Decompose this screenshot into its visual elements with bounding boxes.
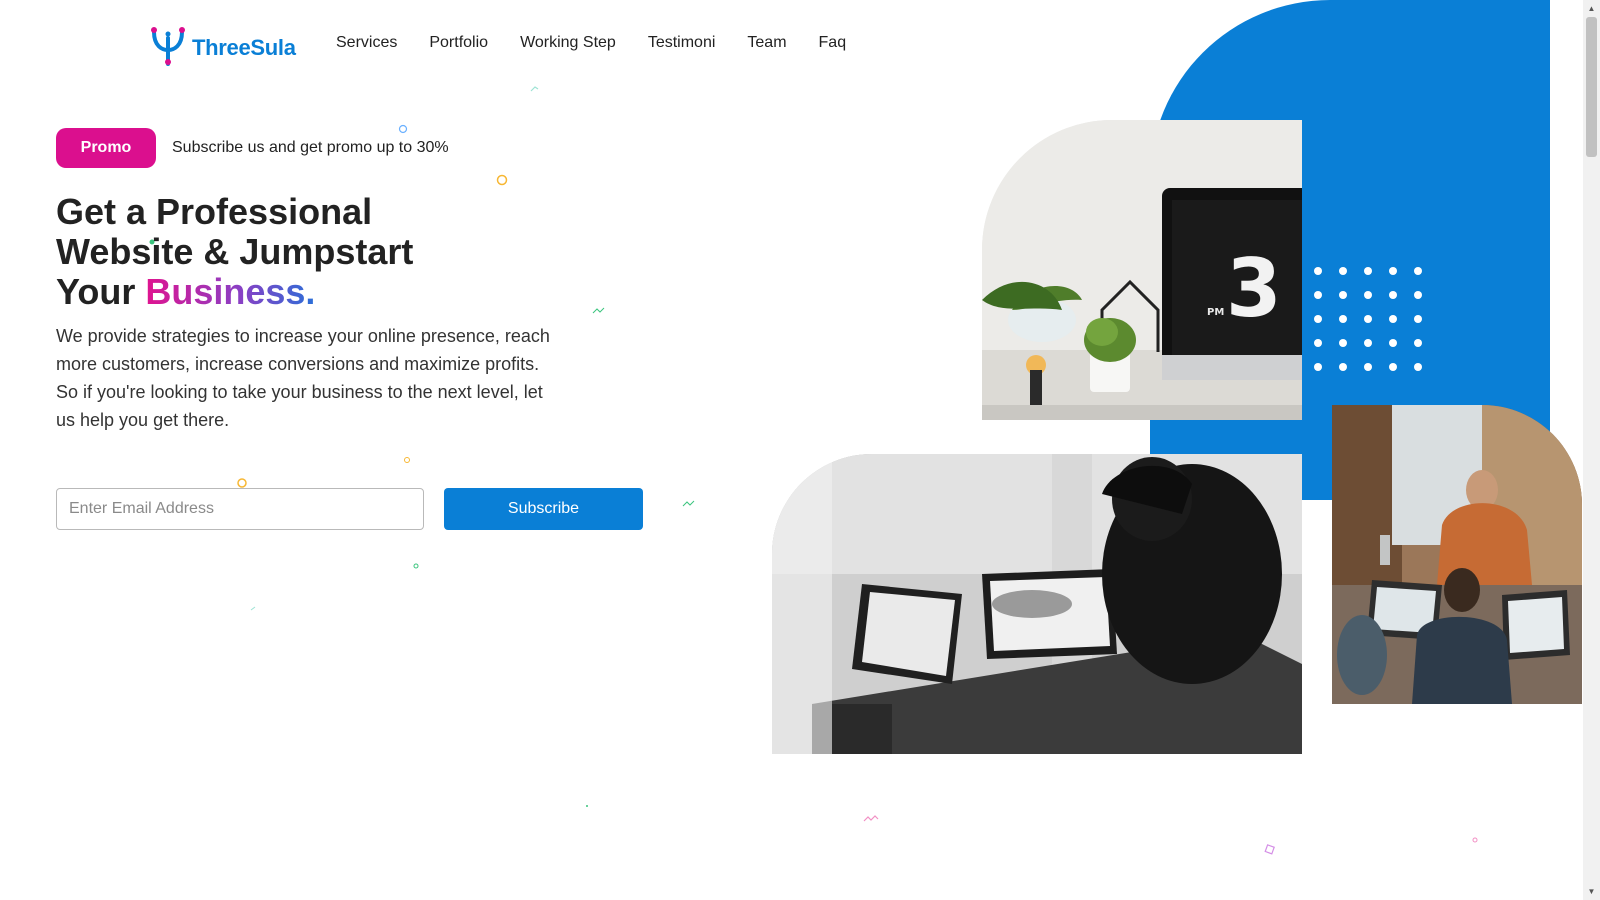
meeting-laptops-image — [772, 454, 1302, 754]
email-input[interactable] — [56, 488, 424, 530]
headline-line-3-prefix: Your — [56, 271, 146, 312]
subscribe-button[interactable]: Subscribe — [444, 488, 643, 530]
nav-item-faq[interactable]: Faq — [819, 34, 847, 52]
promo-row: Promo Subscribe us and get promo up to 3… — [56, 128, 449, 168]
team-working-image — [1332, 405, 1582, 704]
promo-text: Subscribe us and get promo up to 30% — [172, 139, 449, 156]
scroll-down-arrow-icon[interactable]: ▼ — [1583, 883, 1600, 900]
nav-item-testimoni[interactable]: Testimoni — [648, 34, 716, 52]
clock-period: PM — [1207, 307, 1224, 318]
headline-accent: Business. — [145, 271, 316, 312]
scrollbar-thumb[interactable] — [1586, 17, 1597, 157]
hero-description: We provide strategies to increase your o… — [56, 326, 550, 430]
scroll-up-arrow-icon[interactable]: ▲ — [1583, 0, 1600, 17]
brand-logo[interactable]: ThreeSula — [150, 24, 296, 71]
office-desk-image: PM 3 — [982, 120, 1302, 420]
promo-badge[interactable]: Promo — [56, 128, 156, 168]
nav-item-portfolio[interactable]: Portfolio — [429, 34, 488, 52]
brand-name: ThreeSula — [192, 34, 296, 60]
nav-item-services[interactable]: Services — [336, 34, 397, 52]
dot-grid-decoration — [1314, 267, 1422, 371]
clock-digit: 3 — [1226, 242, 1282, 335]
nav-item-working-step[interactable]: Working Step — [520, 34, 616, 52]
hero-headline: Get a Professional Website & Jumpstart Y… — [56, 192, 413, 312]
vertical-scrollbar[interactable]: ▲ ▼ — [1583, 0, 1600, 900]
trident-icon — [150, 24, 186, 71]
headline-line-1: Get a Professional — [56, 191, 373, 232]
headline-line-2: Website & Jumpstart — [56, 231, 414, 272]
main-nav: Services Portfolio Working Step Testimon… — [336, 34, 878, 52]
nav-item-team[interactable]: Team — [747, 34, 786, 52]
